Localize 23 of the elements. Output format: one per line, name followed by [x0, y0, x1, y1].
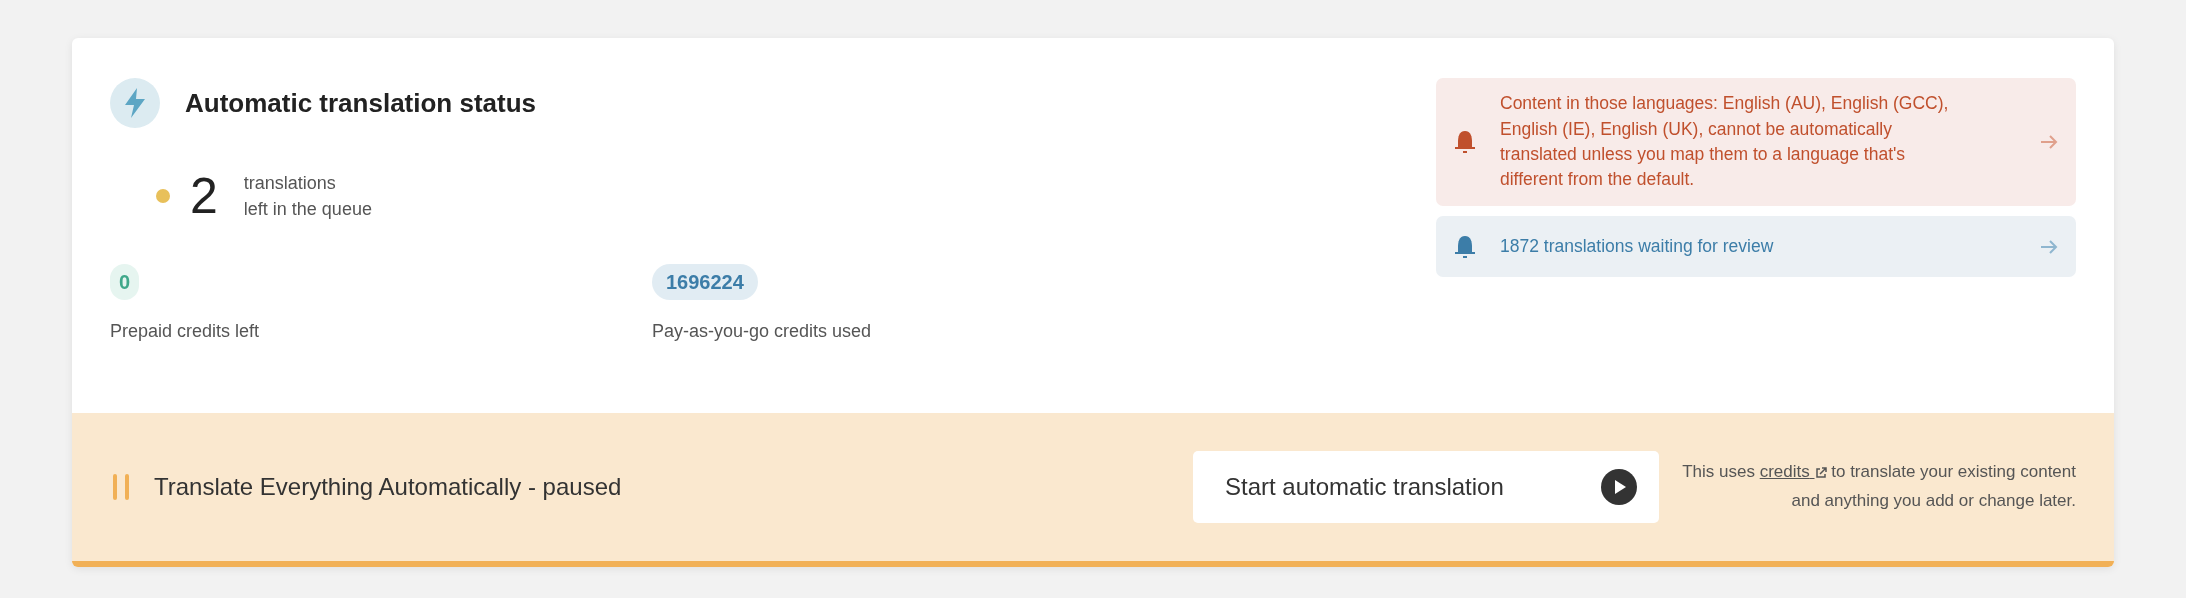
credit-label: Pay-as-you-go credits used — [652, 320, 873, 344]
notification-banner[interactable]: 1872 translations waiting for review — [1436, 216, 2076, 277]
credit-count: 0 — [110, 264, 140, 301]
notification-banner[interactable]: Content in those languages: English (AU), English (GCC), English (IE), English (UK), cannot be automatically translated unless you map them to a language that's different from the default. — [1436, 78, 2076, 206]
automation-status: Translate Everything Automatically - paused — [154, 472, 623, 502]
card-title: Automatic translation status — [185, 86, 537, 120]
help-text: This uses credits to translate your existing content and anything you add or change later. — [1681, 461, 2076, 512]
credit-count: 1696224 — [652, 264, 758, 301]
notification-text: Content in those languages: English (AU), English (GCC), English (IE), English (UK), cannot be automatically translated unless you map them to a language that's different from the default. — [1500, 92, 1950, 192]
notification-text: 1872 translations waiting for review — [1500, 234, 1775, 258]
lightning-icon — [110, 78, 160, 128]
external-link-icon — [1814, 466, 1827, 479]
arrow-right-icon — [2040, 135, 2058, 149]
queue-label: translations — [243, 172, 337, 195]
credit-label: Prepaid credits left — [110, 320, 261, 344]
credits-link[interactable]: credits — [1759, 462, 1827, 482]
bell-icon — [1454, 130, 1476, 154]
queue-label: left in the queue — [243, 198, 372, 222]
queue-count: 2 — [190, 171, 218, 222]
play-icon — [1601, 469, 1637, 505]
arrow-right-icon — [2040, 239, 2058, 254]
start-translation-button[interactable]: Start automatic translation — [1193, 451, 1659, 523]
bell-icon — [1454, 234, 1476, 259]
